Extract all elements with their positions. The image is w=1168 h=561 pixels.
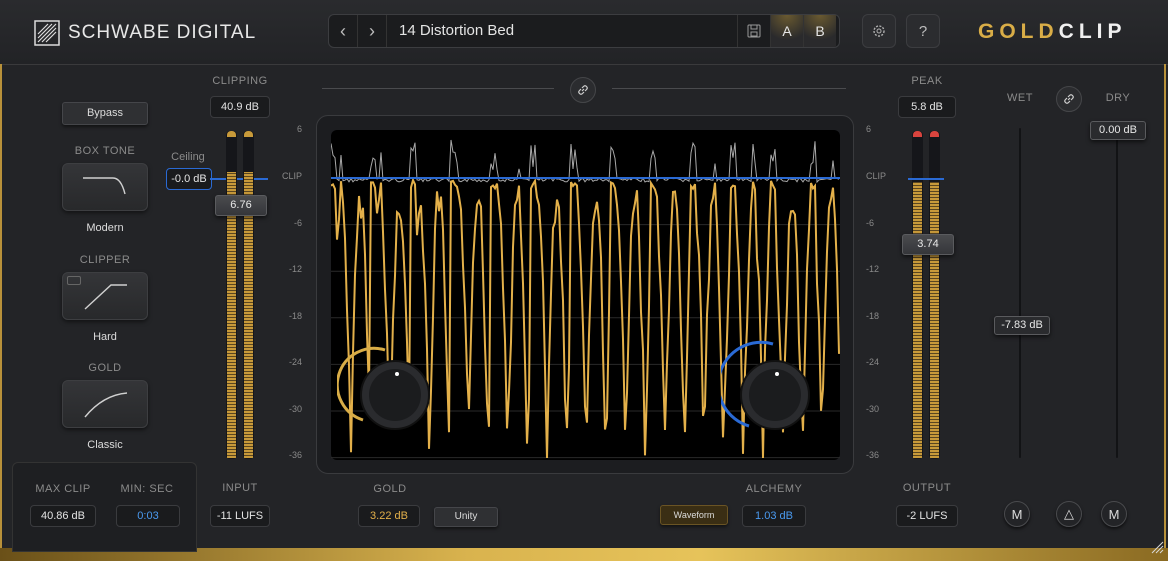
box-tone-label: BOX TONE xyxy=(74,145,136,157)
wet-label: WET xyxy=(1007,92,1033,104)
box-tone-value: Modern xyxy=(86,222,124,234)
chevron-left-icon[interactable]: ‹ xyxy=(329,15,358,47)
min-sec-label: MIN: SEC xyxy=(120,483,174,495)
scale-tick: CLIP xyxy=(866,171,887,181)
dry-label: DRY xyxy=(1105,92,1131,104)
preset-a-button[interactable]: A xyxy=(770,15,803,47)
wet-fader-track[interactable] xyxy=(1019,128,1021,458)
product-logo: GOLDCLIP xyxy=(978,20,1127,44)
scale-tick: -36 xyxy=(866,450,880,460)
gold-amount-label: GOLD xyxy=(373,483,407,495)
output-meter-left xyxy=(912,131,923,459)
dry-fader-track[interactable] xyxy=(1116,128,1118,458)
input-gain-slider[interactable]: 6.76 xyxy=(215,195,267,216)
ceiling-label: Ceiling xyxy=(171,151,205,163)
scale-tick: -12 xyxy=(288,264,302,274)
scale-tick: -12 xyxy=(866,264,880,274)
alchemy-knob[interactable] xyxy=(721,338,817,434)
ceiling-value[interactable]: -0.0 dB xyxy=(166,168,212,190)
preset-bar: ‹ › 14 Distortion Bed A B xyxy=(328,14,840,48)
brand-logo: SCHWABE DIGITAL xyxy=(34,18,256,48)
scale-tick: -6 xyxy=(293,218,302,228)
right-db-scale: 6 CLIP -6 -12 -18 -24 -30 -36 xyxy=(860,124,900,464)
scale-tick: -18 xyxy=(866,311,880,321)
waveform-button[interactable]: Waveform xyxy=(660,505,728,525)
link-line-right xyxy=(612,88,846,89)
dry-fader-handle[interactable]: 0.00 dB xyxy=(1090,121,1146,140)
min-sec-value[interactable]: 0:03 xyxy=(116,505,180,527)
gold-mode-value: Classic xyxy=(87,439,123,451)
waveform-display xyxy=(316,115,854,474)
gold-knob[interactable] xyxy=(337,338,433,434)
save-icon[interactable] xyxy=(737,15,770,47)
input-lufs-value: -11 LUFS xyxy=(210,505,270,527)
scale-tick: -36 xyxy=(288,450,302,460)
help-button[interactable]: ? xyxy=(906,14,940,48)
output-lufs-value: -2 LUFS xyxy=(896,505,958,527)
gold-mode-label: GOLD xyxy=(88,362,122,374)
scale-tick: 6 xyxy=(296,124,302,134)
gold-amount-value[interactable]: 3.22 dB xyxy=(358,505,420,527)
box-tone-curve-icon xyxy=(83,177,126,195)
scale-tick: -24 xyxy=(866,357,880,367)
box-tone-selector[interactable] xyxy=(62,163,148,211)
input-meter-left xyxy=(226,131,237,459)
resize-grip-icon[interactable] xyxy=(1150,540,1164,554)
scale-tick: -18 xyxy=(288,311,302,321)
scale-tick: -30 xyxy=(288,404,302,414)
clipper-mode-badge-icon xyxy=(67,276,81,285)
chevron-right-icon[interactable]: › xyxy=(358,15,387,47)
input-meter-right xyxy=(243,131,254,459)
input-label: INPUT xyxy=(222,482,258,494)
link-icon[interactable] xyxy=(570,77,596,103)
gold-mode-selector[interactable] xyxy=(62,380,148,428)
clipping-value: 40.9 dB xyxy=(210,96,270,118)
output-ceiling-line xyxy=(908,178,944,180)
wet-fader-handle[interactable]: -7.83 dB xyxy=(994,316,1050,335)
clipper-selector[interactable] xyxy=(62,272,148,320)
brand-name: SCHWABE DIGITAL xyxy=(68,22,257,43)
gold-curve-icon xyxy=(84,392,128,418)
preset-name[interactable]: 14 Distortion Bed xyxy=(399,15,514,47)
alchemy-label: ALCHEMY xyxy=(745,483,803,495)
max-clip-label: MAX CLIP xyxy=(35,483,91,495)
output-label: OUTPUT xyxy=(902,482,952,494)
dry-mute-button[interactable]: M xyxy=(1101,501,1127,527)
scale-tick: CLIP xyxy=(281,171,302,181)
gear-icon[interactable] xyxy=(862,14,896,48)
link-icon[interactable] xyxy=(1056,86,1082,112)
clipping-label: CLIPPING xyxy=(212,75,268,87)
product-clip: CLIP xyxy=(1058,20,1127,43)
alchemy-value[interactable]: 1.03 dB xyxy=(742,505,806,527)
scale-tick: -24 xyxy=(288,357,302,367)
scale-tick: -6 xyxy=(866,218,875,228)
output-gain-slider[interactable]: 3.74 xyxy=(902,234,954,255)
clipper-label: CLIPPER xyxy=(79,254,131,266)
preset-b-button[interactable]: B xyxy=(803,15,836,47)
wet-mute-button[interactable]: M xyxy=(1004,501,1030,527)
schwabe-logo-icon xyxy=(34,20,60,46)
scale-tick: 6 xyxy=(866,124,872,134)
peak-label: PEAK xyxy=(911,75,943,87)
left-db-scale: 6 CLIP -6 -12 -18 -24 -30 -36 xyxy=(276,124,306,464)
max-clip-value[interactable]: 40.86 dB xyxy=(30,505,96,527)
peak-value: 5.8 dB xyxy=(898,96,956,118)
ceiling-line xyxy=(210,178,268,180)
clipper-value: Hard xyxy=(93,331,117,343)
delta-button[interactable]: △ xyxy=(1056,501,1082,527)
output-meter-right xyxy=(929,131,940,459)
product-gold: GOLD xyxy=(978,20,1059,43)
scale-tick: -30 xyxy=(866,404,880,414)
unity-button[interactable]: Unity xyxy=(434,507,498,527)
link-line-left xyxy=(322,88,554,89)
bypass-button[interactable]: Bypass xyxy=(62,102,148,125)
